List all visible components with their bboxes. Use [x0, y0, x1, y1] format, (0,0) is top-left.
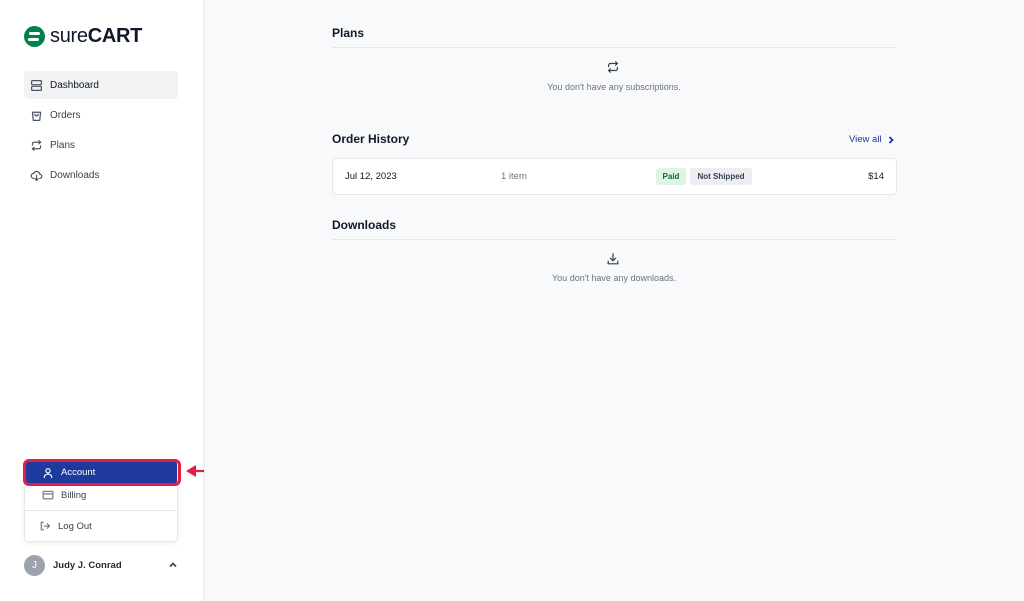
- chevron-right-icon: [888, 135, 894, 144]
- shopping-bag-icon: [31, 111, 42, 121]
- menu-divider: [25, 510, 177, 511]
- chevron-up-icon: [169, 562, 177, 568]
- menu-item-logout[interactable]: Log Out: [25, 515, 177, 537]
- downloads-empty-message: You don't have any downloads.: [552, 273, 676, 283]
- cloud-download-icon: [30, 170, 43, 181]
- order-total: $14: [868, 171, 884, 182]
- sidebar-nav: Dashboard Orders Plans Downloads: [24, 71, 178, 191]
- sidebar-item-dashboard[interactable]: Dashboard: [24, 71, 178, 99]
- sidebar: sureCART Dashboard Orders Plans Download…: [0, 0, 204, 601]
- repeat-icon: [31, 139, 42, 151]
- sidebar-item-plans[interactable]: Plans: [24, 131, 178, 159]
- surecart-logo-icon: [24, 25, 45, 47]
- downloads-title: Downloads: [332, 218, 397, 232]
- log-out-icon: [40, 521, 51, 531]
- main-content: Plans You don't have any subscriptions. …: [204, 0, 1024, 601]
- server-icon: [31, 79, 42, 91]
- view-all-label: View all: [849, 134, 882, 145]
- sidebar-item-label: Dashboard: [50, 79, 99, 91]
- surecart-logo[interactable]: sureCART: [24, 24, 142, 48]
- brand-name: sureCART: [50, 25, 143, 47]
- order-item-count: 1 item: [501, 171, 527, 182]
- sidebar-item-label: Plans: [50, 139, 76, 151]
- sidebar-item-label: Orders: [50, 109, 81, 121]
- user-name: Judy J. Conrad: [53, 559, 122, 571]
- sidebar-item-label: Downloads: [50, 169, 100, 181]
- status-badge-paid: Paid: [656, 168, 686, 185]
- order-history-title: Order History: [332, 132, 410, 146]
- order-date: Jul 12, 2023: [345, 171, 397, 182]
- order-row[interactable]: Jul 12, 2023 1 item Paid Not Shipped $14: [332, 158, 897, 195]
- repeat-icon: [608, 61, 618, 73]
- sidebar-item-orders[interactable]: Orders: [24, 101, 178, 129]
- user-menu-toggle[interactable]: J Judy J. Conrad: [24, 553, 178, 577]
- divider: [332, 239, 896, 240]
- highlight-box: [23, 459, 181, 486]
- status-badge-shipping: Not Shipped: [690, 168, 752, 185]
- download-icon: [607, 253, 619, 265]
- sidebar-item-downloads[interactable]: Downloads: [24, 161, 178, 189]
- plans-empty-message: You don't have any subscriptions.: [547, 82, 681, 92]
- credit-card-icon: [42, 490, 54, 500]
- menu-item-billing[interactable]: Billing: [25, 484, 177, 506]
- menu-item-label: Log Out: [58, 520, 92, 532]
- view-all-link[interactable]: View all: [849, 134, 895, 145]
- divider: [332, 47, 896, 48]
- menu-item-label: Billing: [61, 489, 87, 501]
- plans-title: Plans: [332, 26, 365, 40]
- avatar: J: [24, 554, 45, 576]
